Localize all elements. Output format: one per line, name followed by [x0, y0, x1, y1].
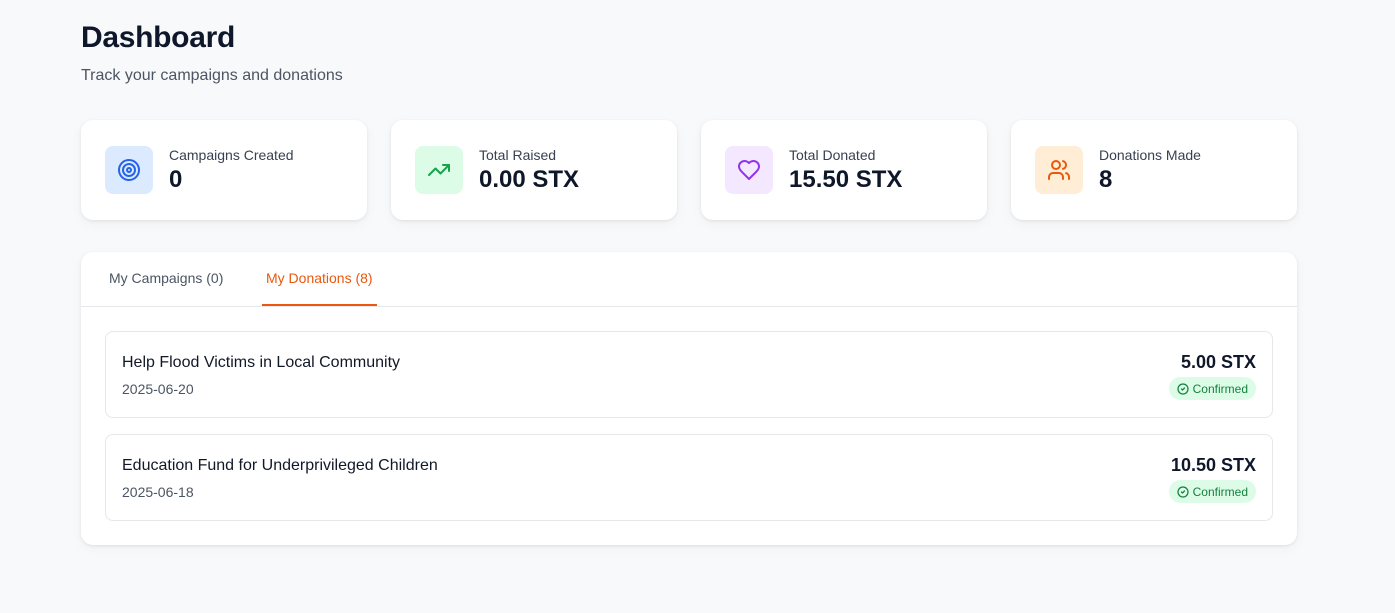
stat-value: 0: [169, 166, 183, 193]
donation-title: Education Fund for Underprivileged Child…: [122, 457, 438, 474]
stat-card-donations-made: Donations Made 8: [1011, 120, 1297, 220]
stat-label: Campaigns Created: [169, 147, 294, 163]
donation-amount: 10.50 STX: [1170, 455, 1256, 475]
status-badge: Confirmed: [1168, 377, 1256, 400]
donation-date: 2025-06-20: [122, 381, 194, 397]
donation-item[interactable]: Education Fund for Underprivileged Child…: [105, 434, 1273, 521]
tab-bar: My Campaigns (0) My Donations (8): [81, 252, 1297, 307]
check-circle-icon: [1177, 485, 1189, 498]
donation-amount: 5.00 STX: [1180, 352, 1256, 372]
stat-label: Donations Made: [1099, 147, 1201, 163]
stat-label: Total Raised: [479, 147, 557, 163]
target-icon: [105, 146, 153, 194]
status-badge: Confirmed: [1168, 480, 1256, 503]
trending-up-icon: [415, 146, 463, 194]
stat-card-campaigns-created: Campaigns Created 0: [81, 120, 367, 220]
stat-label: Total Donated: [789, 147, 876, 163]
dashboard-page: Dashboard Track your campaigns and donat…: [0, 0, 1395, 613]
check-circle-icon: [1177, 382, 1189, 395]
stats-row: Campaigns Created 0 Total Raised 0.00 ST…: [81, 120, 1297, 220]
stat-card-total-donated: Total Donated 15.50 STX: [701, 120, 987, 220]
donation-date: 2025-06-18: [122, 484, 194, 500]
stat-card-total-raised: Total Raised 0.00 STX: [391, 120, 677, 220]
stat-value: 8: [1099, 166, 1113, 193]
page-subtitle: Track your campaigns and donations: [81, 67, 343, 84]
page-title: Dashboard: [81, 21, 235, 54]
activity-panel: My Campaigns (0) My Donations (8) Help F…: [81, 252, 1297, 545]
tab-my-donations[interactable]: My Donations (8): [262, 252, 377, 306]
donation-title: Help Flood Victims in Local Community: [122, 354, 401, 371]
stat-value: 0.00 STX: [479, 166, 580, 193]
heart-icon: [725, 146, 773, 194]
page-header: Dashboard Track your campaigns and donat…: [81, 20, 343, 86]
stat-value: 15.50 STX: [789, 166, 903, 193]
tab-my-campaigns[interactable]: My Campaigns (0): [105, 252, 227, 306]
donation-item[interactable]: Help Flood Victims in Local Community 20…: [105, 331, 1273, 418]
status-label: Confirmed: [1192, 484, 1248, 499]
users-icon: [1035, 146, 1083, 194]
status-label: Confirmed: [1192, 381, 1248, 396]
